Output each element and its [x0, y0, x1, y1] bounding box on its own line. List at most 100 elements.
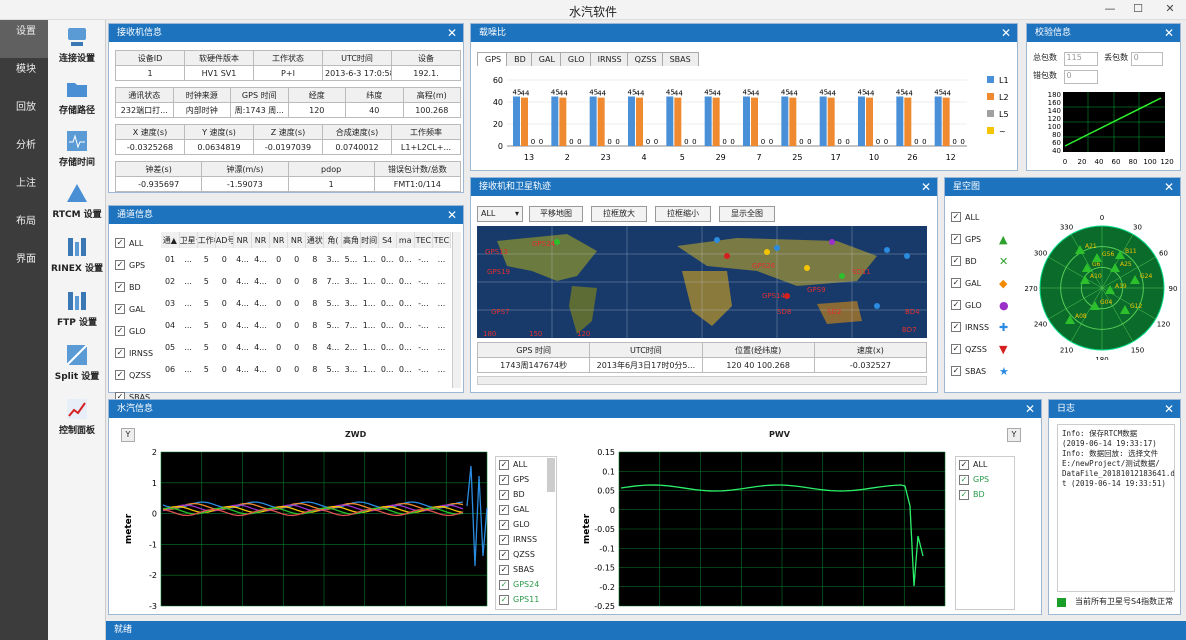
column-header[interactable]: 通状: [305, 232, 325, 248]
connect-settings-button[interactable]: 连接设置: [48, 26, 106, 64]
column-header[interactable]: 工作模: [197, 232, 216, 248]
cell: 40: [345, 102, 404, 118]
table-row[interactable]: 05... 5 0 4... 4... 0 0 8 4... 2... 1... 0... 0... -.…: [161, 336, 451, 358]
zwd-check-qzss[interactable]: ✓ QZSS: [496, 547, 556, 562]
tab-gal[interactable]: GAL: [530, 52, 563, 66]
cell: 1: [115, 65, 185, 81]
column-header[interactable]: 时间: [360, 232, 379, 248]
nav-upload[interactable]: 上注: [0, 172, 48, 210]
pwv-y-button[interactable]: Y: [1007, 428, 1021, 442]
data-label: 44: [521, 90, 530, 98]
legend-swatch: [987, 127, 994, 134]
storage-path-button[interactable]: 存储路径: [48, 78, 106, 116]
track-hscrollbar[interactable]: [477, 376, 927, 385]
pwv-check-gps[interactable]: ✓ GPS: [956, 472, 1014, 487]
full-map-button[interactable]: 显示全图: [719, 206, 775, 222]
nav-modules[interactable]: 模块: [0, 58, 48, 96]
zwd-check-sbas[interactable]: ✓ SBAS: [496, 562, 556, 577]
pwv-check-bd[interactable]: ✓ BD: [956, 487, 1014, 502]
zwd-check-irnss[interactable]: ✓ IRNSS: [496, 532, 556, 547]
table-row[interactable]: 02... 5 0 4... 4... 0 0 8 7... 3... 1... 0... 0... -.…: [161, 270, 451, 292]
zwd-check-gps11[interactable]: ✓ GPS11: [496, 592, 556, 607]
tab-sbas[interactable]: SBAS: [661, 52, 699, 66]
nav-analysis[interactable]: 分析: [0, 134, 48, 172]
ftp-settings-button[interactable]: FTP 设置: [48, 290, 106, 328]
tab-qzss[interactable]: QZSS: [626, 52, 665, 66]
system-select[interactable]: ALL ▾: [477, 206, 523, 222]
table-row[interactable]: 06... 5 0 4... 4... 0 0 8 5... 3... 1... 0... 0... -.…: [161, 358, 451, 380]
rtcm-settings-button[interactable]: RTCM 设置: [48, 182, 106, 220]
cell: 0...: [380, 298, 394, 308]
zoom-in-button[interactable]: 拉框放大: [591, 206, 647, 222]
sky-check-gal[interactable]: ✓ GAL ◆: [951, 272, 1017, 294]
split-settings-button[interactable]: Split 设置: [48, 344, 106, 382]
column-header[interactable]: NR: [269, 232, 289, 248]
nav-playback[interactable]: 回放: [0, 96, 48, 134]
zwd-check-gps24[interactable]: ✓ GPS24: [496, 577, 556, 592]
close-button[interactable]: ✕: [1160, 2, 1180, 15]
zwd-check-glo[interactable]: ✓ GLO: [496, 517, 556, 532]
close-icon[interactable]: ✕: [1164, 178, 1174, 196]
column-header[interactable]: ma: [396, 232, 415, 248]
column-header[interactable]: NR: [251, 232, 271, 248]
close-icon[interactable]: ✕: [1164, 24, 1174, 42]
close-icon[interactable]: ✕: [921, 178, 931, 196]
sky-check-gps[interactable]: ✓ GPS ▲: [951, 228, 1017, 250]
close-icon[interactable]: ✕: [447, 206, 457, 224]
check-bd[interactable]: ✓ BD: [115, 276, 165, 298]
column-header[interactable]: TEC: [414, 232, 433, 248]
x-tick: 7: [756, 153, 761, 162]
close-icon[interactable]: ✕: [1025, 400, 1035, 418]
tab-bd[interactable]: BD: [506, 52, 534, 66]
column-header[interactable]: S4: [378, 232, 397, 248]
close-icon[interactable]: ✕: [1001, 24, 1011, 42]
column-header[interactable]: NR: [233, 232, 252, 248]
tab-glo[interactable]: GLO: [559, 52, 593, 66]
rinex-settings-button[interactable]: RINEX 设置: [48, 236, 106, 274]
y-tick: -0.15: [594, 564, 615, 573]
sky-check-sbas[interactable]: ✓ SBAS ★: [951, 360, 1017, 382]
table-row[interactable]: 03... 5 0 4... 4... 0 0 8 5... 3... 1... 0... 0... -.…: [161, 292, 451, 314]
check-gal[interactable]: ✓ GAL: [115, 298, 165, 320]
check-gps[interactable]: ✓ GPS: [115, 254, 165, 276]
zwd-y-button[interactable]: Y: [121, 428, 135, 442]
tab-irnss[interactable]: IRNSS: [589, 52, 630, 66]
zwd-filter-scroll[interactable]: [547, 458, 555, 492]
split-icon: [66, 344, 88, 366]
minimize-button[interactable]: —: [1100, 2, 1120, 15]
column-header[interactable]: 高角: [341, 232, 361, 248]
column-header[interactable]: 通▲: [161, 232, 180, 248]
check-glo[interactable]: ✓ GLO: [115, 320, 165, 342]
column-header[interactable]: 卫星号: [179, 232, 198, 248]
azimuth-label: 30: [1133, 224, 1142, 232]
storage-time-button[interactable]: 存储时间: [48, 130, 106, 168]
table-row[interactable]: 01... 5 0 4... 4... 0 0 8 3... 5... 1... 0... 0... -.…: [161, 248, 451, 270]
pwv-check-all[interactable]: ✓ ALL: [956, 457, 1014, 472]
check-qzss[interactable]: ✓ QZSS: [115, 364, 165, 386]
zoom-out-button[interactable]: 拉框缩小: [655, 206, 711, 222]
tab-gps[interactable]: GPS: [477, 52, 510, 66]
table-row[interactable]: 04... 5 0 4... 4... 0 0 8 5... 7... 1... 0... 0... -.…: [161, 314, 451, 336]
nav-settings[interactable]: 设置: [0, 20, 48, 58]
channel-scrollbar[interactable]: [452, 232, 461, 388]
check-all[interactable]: ✓ ALL: [115, 232, 165, 254]
nav-layout[interactable]: 布局: [0, 210, 48, 248]
nav-interface[interactable]: 界面: [0, 248, 48, 286]
column-header[interactable]: 角(: [323, 232, 343, 248]
cell: 8: [312, 298, 318, 308]
column-header[interactable]: TEC: [432, 232, 452, 248]
column-header[interactable]: AD号: [215, 232, 234, 248]
check-irnss[interactable]: ✓ IRNSS: [115, 342, 165, 364]
pan-map-button[interactable]: 平移地图: [529, 206, 583, 222]
column-header[interactable]: NR: [287, 232, 307, 248]
sky-check-all[interactable]: ✓ ALL: [951, 206, 1017, 228]
sky-check-bd[interactable]: ✓ BD ✕: [951, 250, 1017, 272]
close-icon[interactable]: ✕: [447, 24, 457, 42]
control-panel-button[interactable]: 控制面板: [48, 398, 106, 436]
sky-check-qzss[interactable]: ✓ QZSS ▼: [951, 338, 1017, 360]
zwd-check-gal[interactable]: ✓ GAL: [496, 502, 556, 517]
close-icon[interactable]: ✕: [1164, 400, 1174, 418]
sky-check-glo[interactable]: ✓ GLO ●: [951, 294, 1017, 316]
sky-check-irnss[interactable]: ✓ IRNSS ✚: [951, 316, 1017, 338]
maximize-button[interactable]: ☐: [1128, 2, 1148, 15]
